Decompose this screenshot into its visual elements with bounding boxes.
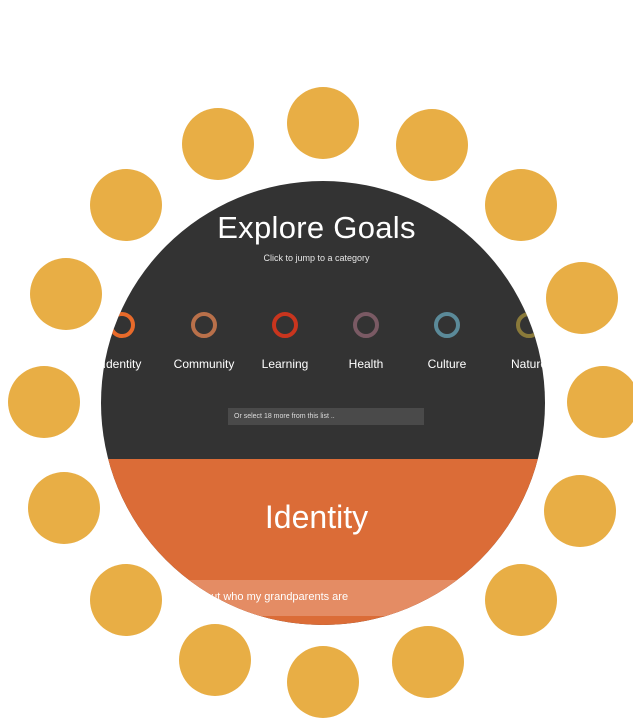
page-title: Explore Goals [217,210,416,245]
goal-select[interactable]: Or select 18 more from this list .. [228,408,424,425]
category-identity[interactable]: Identity [101,312,167,371]
category-label: Community [173,357,235,371]
ring-dot [179,624,251,696]
ring-dot [287,87,359,159]
circular-viewport: Explore Goals Click to jump to a categor… [101,181,545,625]
ring-dot [546,262,618,334]
category-label: Learning [261,357,309,371]
ring-dot [544,475,616,547]
ring-icon [353,312,379,338]
category-culture[interactable]: Culture [402,312,492,371]
category-nature[interactable]: Nature [484,312,545,371]
category-label: Health [348,357,384,371]
ring-dot [30,258,102,330]
ring-icon [516,312,542,338]
category-label: Culture [427,357,467,371]
ring-dot [287,646,359,718]
ring-dot [392,626,464,698]
category-label: Nature [510,357,545,371]
ring-icon [191,312,217,338]
ring-dot [567,366,633,438]
ring-dot [396,109,468,181]
ring-dot [8,366,80,438]
ring-icon [109,312,135,338]
category-label: Identity [102,357,142,371]
category-learning[interactable]: Learning [240,312,330,371]
category-community[interactable]: Community [159,312,249,371]
goal-text: out who my grandparents are [205,591,349,603]
ring-dot [182,108,254,180]
ring-icon [272,312,298,338]
category-health[interactable]: Health [321,312,411,371]
section-title: Identity [264,499,369,535]
ring-icon [434,312,460,338]
page-subtitle: Click to jump to a category [263,253,370,263]
ring-dot [28,472,100,544]
